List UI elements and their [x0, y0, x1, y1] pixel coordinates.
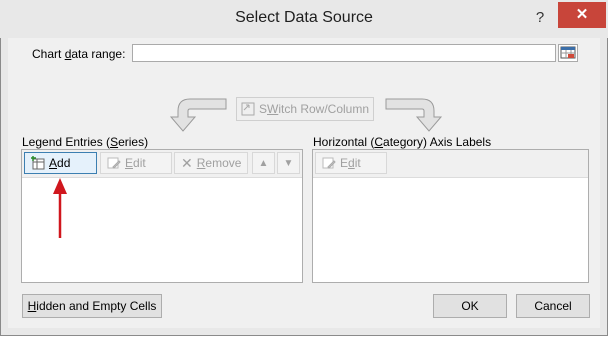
arrow-down-icon: ▼	[283, 157, 294, 169]
move-up-button[interactable]: ▲	[252, 152, 275, 174]
chart-data-range-label: Chart data range:	[32, 47, 126, 61]
range-selector-icon	[560, 46, 576, 59]
axis-labels-panel: Edit	[312, 149, 589, 283]
switch-icon	[241, 102, 255, 116]
legend-entries-heading: Legend Entries (Series)	[22, 135, 149, 149]
remove-x-icon: ✕	[181, 154, 193, 171]
switch-row-column-button[interactable]: SWitch Row/Column	[236, 97, 374, 121]
close-button[interactable]: ✕	[558, 2, 606, 28]
edit-axis-labels-label: Edit	[340, 156, 361, 170]
annotation-arrow-icon	[53, 178, 67, 238]
edit-table-icon	[107, 157, 121, 169]
add-series-label: Add	[49, 156, 71, 170]
curved-right-arrow-icon	[385, 98, 443, 132]
curved-left-arrow-icon	[169, 98, 227, 132]
axis-labels-list[interactable]	[313, 177, 588, 282]
edit-series-label: Edit	[125, 156, 146, 170]
add-series-button[interactable]: Add	[24, 152, 97, 174]
edit-axis-labels-button[interactable]: Edit	[315, 152, 387, 174]
dialog-title: Select Data Source	[235, 9, 373, 26]
arrow-up-icon: ▲	[258, 157, 269, 169]
help-button[interactable]: ?	[530, 8, 550, 28]
switch-row-column-label: SWitch Row/Column	[258, 102, 370, 116]
edit-series-button[interactable]: Edit	[100, 152, 172, 174]
remove-series-label: Remove	[196, 156, 242, 170]
move-down-button[interactable]: ▼	[277, 152, 300, 174]
axis-labels-heading: Horizontal (Category) Axis Labels	[313, 135, 492, 149]
hidden-empty-cells-label: Hidden and Empty Cells	[27, 299, 157, 313]
ok-button[interactable]: OK	[433, 294, 507, 318]
cancel-button[interactable]: Cancel	[516, 294, 590, 318]
chart-data-range-input[interactable]	[132, 44, 556, 62]
remove-series-button[interactable]: ✕ Remove	[174, 152, 248, 174]
hidden-empty-cells-button[interactable]: Hidden and Empty Cells	[22, 294, 162, 318]
edit-table-icon	[322, 157, 336, 169]
add-table-icon	[31, 156, 45, 170]
range-collapse-button[interactable]	[558, 44, 578, 62]
